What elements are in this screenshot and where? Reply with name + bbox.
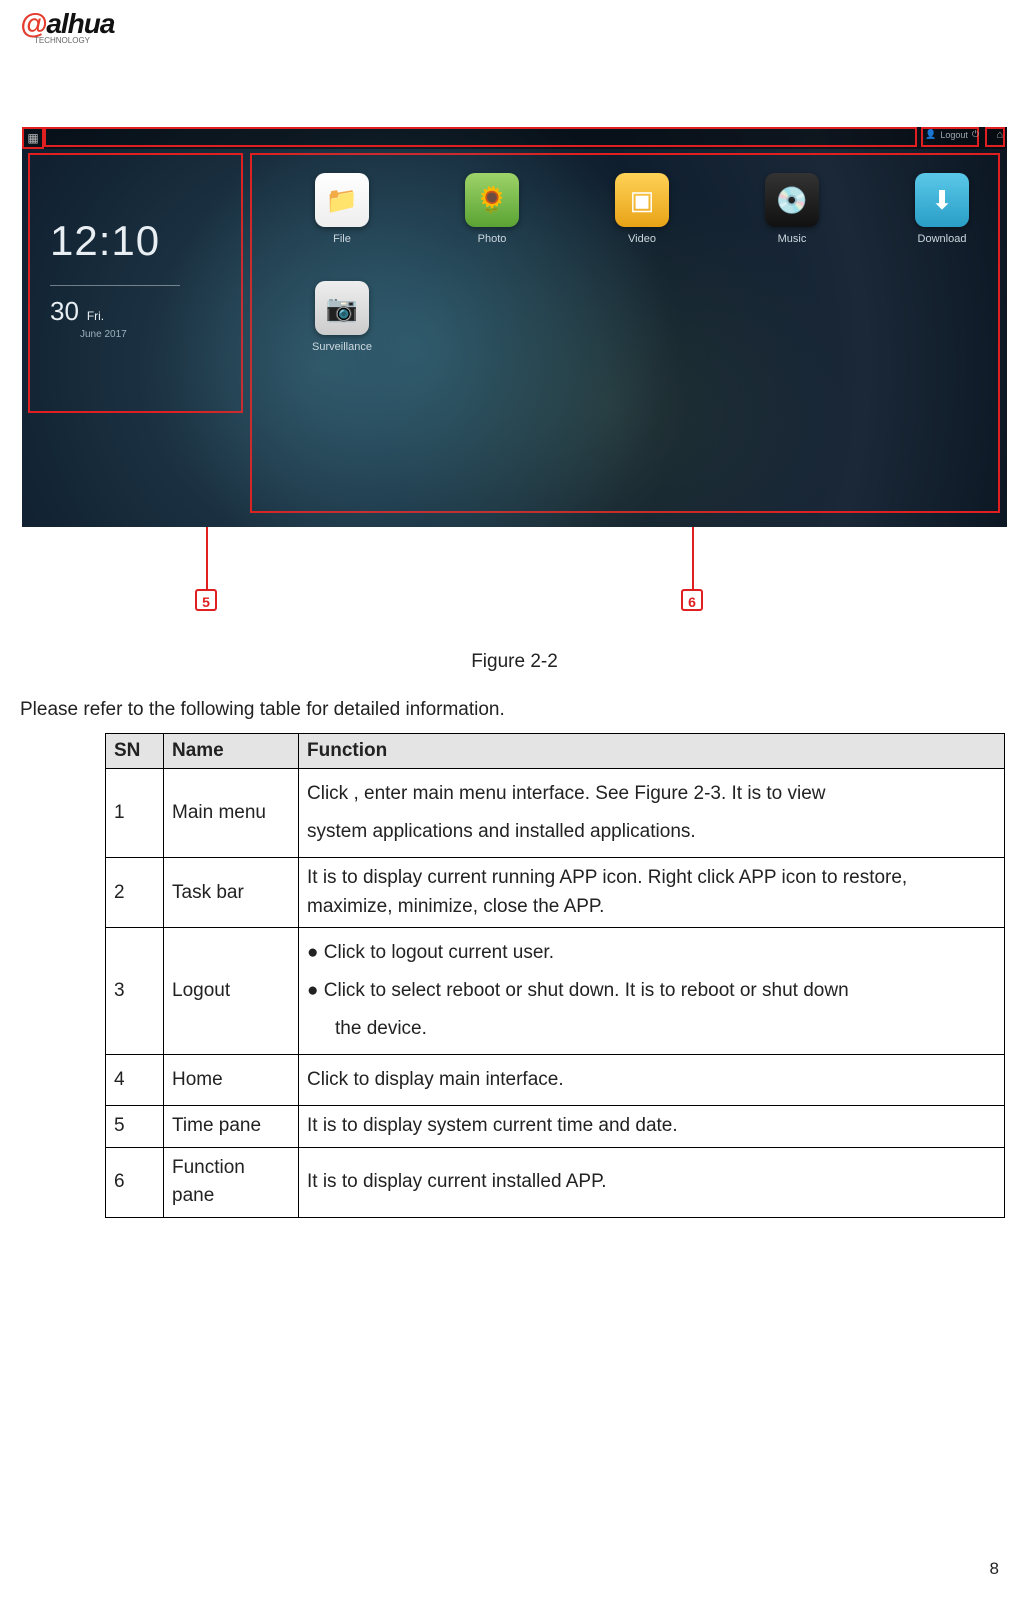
- cell-function: ● Click to logout current user. ● Click …: [299, 928, 1005, 1055]
- cell-sn: 4: [106, 1055, 164, 1106]
- cell-sn: 6: [106, 1147, 164, 1217]
- app-download[interactable]: ⬇ Download: [872, 173, 1007, 273]
- clock-day: 30: [50, 296, 79, 326]
- cell-function: It is to display current installed APP.: [299, 1147, 1005, 1217]
- clock-time: 12:10: [50, 217, 180, 265]
- app-label: Photo: [478, 233, 507, 245]
- intro-text: Please refer to the following table for …: [20, 693, 1009, 727]
- download-icon: ⬇: [915, 173, 969, 227]
- cell-name: Task bar: [164, 858, 299, 928]
- table-row: 4 Home Click to display main interface.: [106, 1055, 1005, 1106]
- function-pane: 📁 File 🌻 Photo ▣ Video 💿 Music ⬇ Download 📷 Surveil…: [272, 173, 1007, 381]
- callout-5: 5: [195, 589, 217, 611]
- detail-table: SN Name Function 1 Main menu Click , ent…: [105, 733, 1005, 1218]
- logout-area[interactable]: 👤 Logout ⏻: [925, 129, 979, 140]
- file-icon: 📁: [315, 173, 369, 227]
- app-label: Music: [778, 233, 807, 245]
- page-number: 8: [990, 1559, 999, 1579]
- table-row: 2 Task bar It is to display current runn…: [106, 858, 1005, 928]
- th-sn: SN: [106, 734, 164, 769]
- cell-sn: 5: [106, 1106, 164, 1148]
- power-icon[interactable]: ⏻: [972, 129, 979, 140]
- clock-weekday: Fri.: [87, 309, 104, 323]
- cell-name: Home: [164, 1055, 299, 1106]
- task-bar: ▦ 👤 Logout ⏻ ⌂: [22, 127, 1007, 149]
- video-icon: ▣: [615, 173, 669, 227]
- figure-caption: Figure 2-2: [20, 651, 1009, 673]
- th-function: Function: [299, 734, 1005, 769]
- cell-sn: 3: [106, 928, 164, 1055]
- cell-function: It is to display system current time and…: [299, 1106, 1005, 1148]
- time-pane: 12:10 30 Fri. June 2017: [50, 217, 180, 340]
- brand-subtitle: TECHNOLOGY: [34, 36, 1009, 45]
- cell-name: Time pane: [164, 1106, 299, 1148]
- cell-name: Logout: [164, 928, 299, 1055]
- app-video[interactable]: ▣ Video: [572, 173, 712, 273]
- app-file[interactable]: 📁 File: [272, 173, 412, 273]
- music-icon: 💿: [765, 173, 819, 227]
- callout-6: 6: [681, 589, 703, 611]
- taskbar-annotation: [44, 127, 917, 147]
- cell-function: Click to display main interface.: [299, 1055, 1005, 1106]
- app-label: Download: [918, 233, 967, 245]
- clock-month-year: June 2017: [80, 329, 180, 340]
- brand-logo: @alhua TECHNOLOGY: [20, 0, 1009, 49]
- brand-name: alhua: [46, 8, 114, 39]
- table-row: 6 Function pane It is to display current…: [106, 1147, 1005, 1217]
- main-menu-annotation: [22, 127, 44, 149]
- table-row: 1 Main menu Click , enter main menu inte…: [106, 769, 1005, 858]
- figure-2-2: 1 2 3 4 ▦ 👤 Logout ⏻ ⌂: [22, 127, 1007, 627]
- ui-screenshot: ▦ 👤 Logout ⏻ ⌂ 12:10 30 Fri.: [22, 127, 1007, 527]
- cell-sn: 1: [106, 769, 164, 858]
- th-name: Name: [164, 734, 299, 769]
- home-button[interactable]: ⌂: [996, 129, 1003, 141]
- surveillance-icon: 📷: [315, 281, 369, 335]
- app-label: File: [333, 233, 351, 245]
- table-row: 3 Logout ● Click to logout current user.…: [106, 928, 1005, 1055]
- table-row: 5 Time pane It is to display system curr…: [106, 1106, 1005, 1148]
- app-music[interactable]: 💿 Music: [722, 173, 862, 273]
- app-surveillance[interactable]: 📷 Surveillance: [272, 281, 412, 381]
- cell-name: Function pane: [164, 1147, 299, 1217]
- photo-icon: 🌻: [465, 173, 519, 227]
- cell-function: It is to display current running APP ico…: [299, 858, 1005, 928]
- app-photo[interactable]: 🌻 Photo: [422, 173, 562, 273]
- cell-name: Main menu: [164, 769, 299, 858]
- app-label: Video: [628, 233, 656, 245]
- user-icon: 👤: [925, 129, 936, 140]
- cell-function: Click , enter main menu interface. See F…: [299, 769, 1005, 858]
- cell-sn: 2: [106, 858, 164, 928]
- app-label: Surveillance: [312, 341, 372, 353]
- logout-label: Logout: [940, 130, 968, 140]
